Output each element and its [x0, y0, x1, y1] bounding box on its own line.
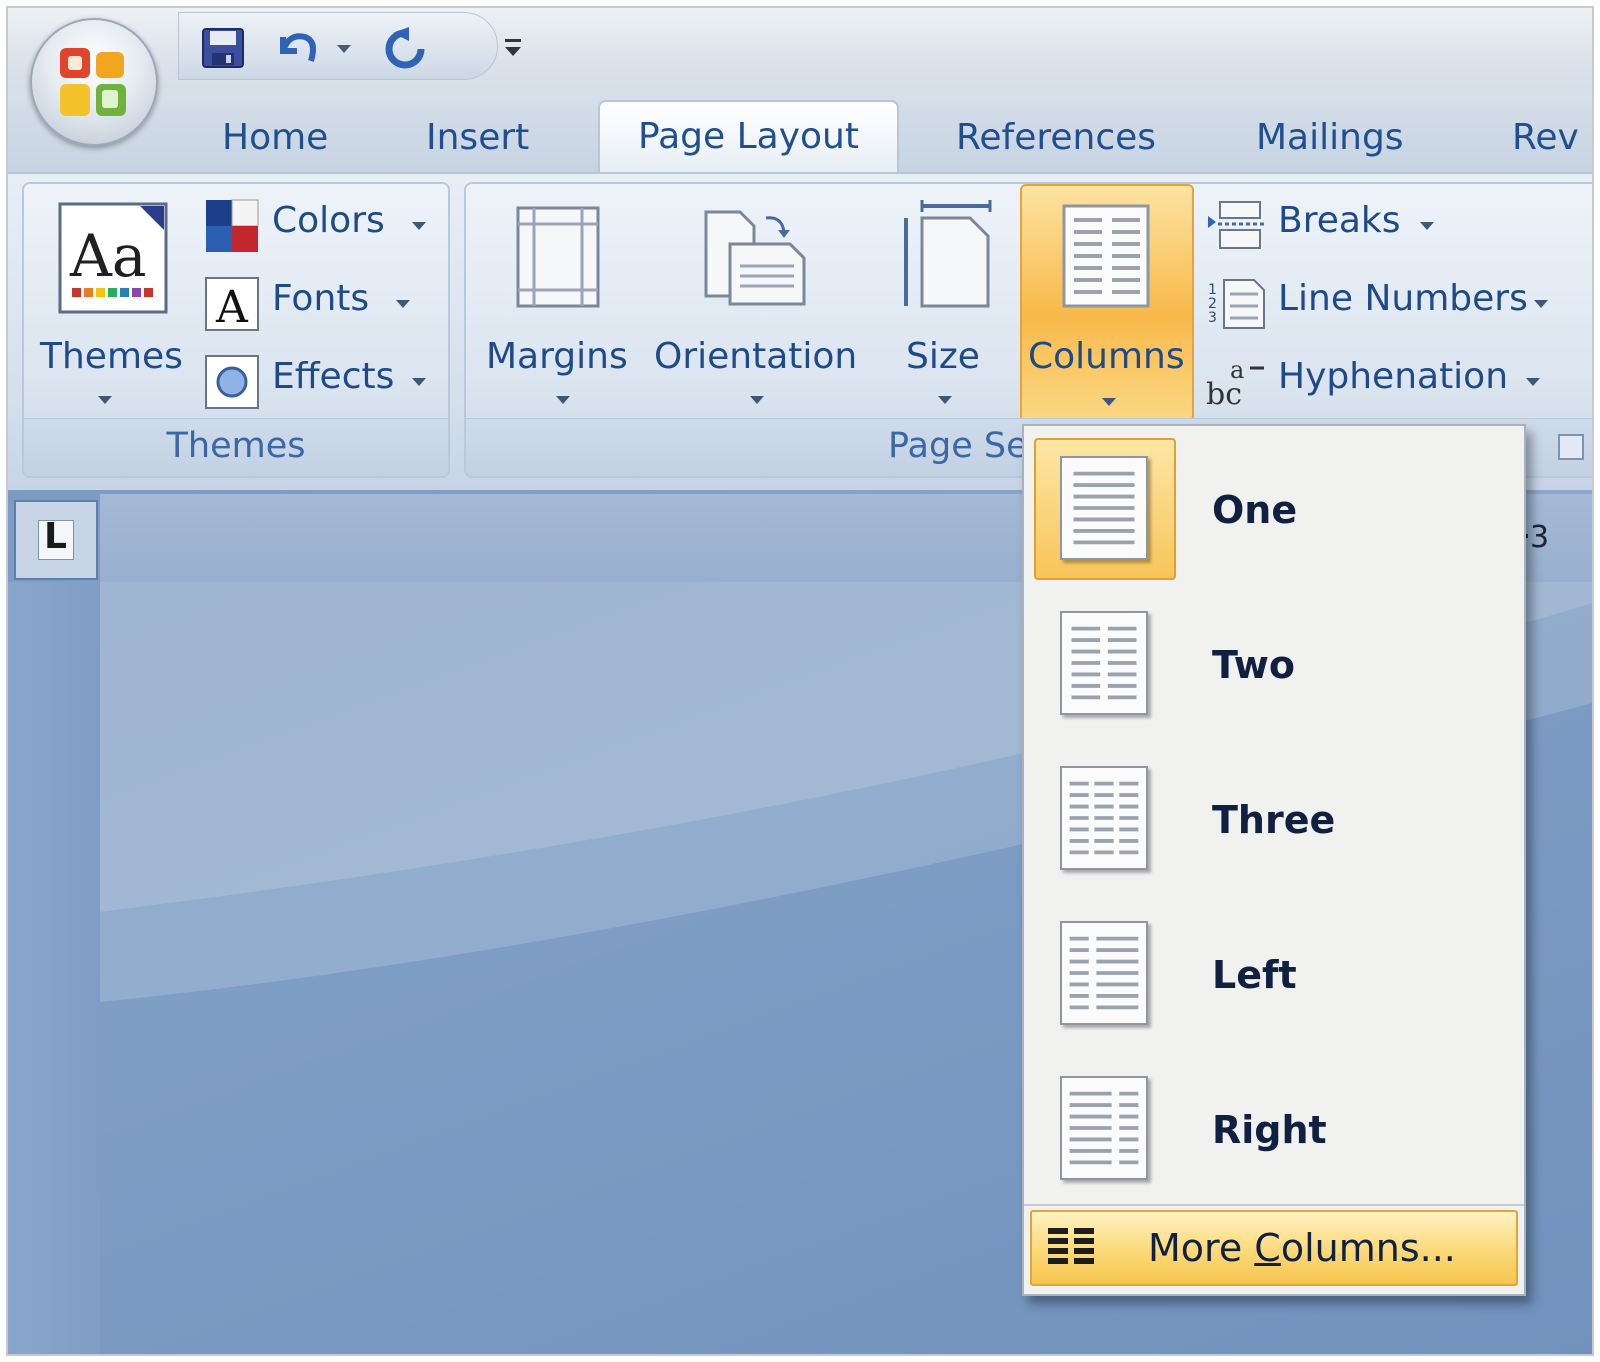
colors-icon	[206, 199, 259, 252]
themes-button-label: Themes	[40, 336, 183, 377]
columns-option-two[interactable]: Two	[1024, 585, 1524, 740]
columns-option-label: One	[1212, 488, 1298, 532]
hyphenation-icon: bc a	[1206, 356, 1264, 410]
fonts-dropdown-arrow-icon	[396, 300, 410, 308]
hyphenation-label: Hyphenation	[1278, 356, 1509, 397]
svg-text:Aa: Aa	[69, 222, 146, 290]
tab-review[interactable]: Rev	[1512, 110, 1579, 170]
hyphenation-dropdown-arrow-icon	[1526, 378, 1540, 386]
fonts-icon: A	[205, 277, 259, 332]
more-columns-button[interactable]: More Columns...	[1030, 1210, 1518, 1286]
themes-icon: Aa	[58, 202, 168, 314]
size-icon	[904, 200, 992, 308]
breaks-icon	[1208, 201, 1264, 249]
themes-dropdown-arrow-icon	[98, 396, 112, 404]
columns-option-label: Left	[1212, 953, 1297, 997]
ruler-number: 3	[1530, 520, 1550, 555]
quick-access-toolbar	[178, 12, 521, 80]
colors-button[interactable]: Colors	[200, 194, 440, 256]
one-column-icon	[1060, 456, 1148, 560]
columns-option-right[interactable]: Right	[1024, 1050, 1524, 1205]
three-columns-icon	[1060, 766, 1148, 870]
margins-dropdown-arrow-icon	[556, 396, 570, 404]
tab-references[interactable]: References	[956, 110, 1156, 170]
size-button[interactable]: Size	[886, 192, 1006, 422]
effects-dropdown-arrow-icon	[412, 378, 426, 386]
tab-insert[interactable]: Insert	[426, 110, 529, 170]
line-numbers-icon: 1 2 3	[1208, 279, 1265, 329]
colors-dropdown-arrow-icon	[412, 222, 426, 230]
more-columns-icon	[1048, 1228, 1094, 1264]
office-logo-icon	[60, 48, 126, 116]
effects-label: Effects	[272, 356, 395, 397]
line-numbers-label: Line Numbers	[1278, 278, 1528, 319]
redo-icon[interactable]	[379, 25, 431, 71]
themes-button[interactable]: Aa Themes	[34, 192, 186, 422]
columns-dropdown-arrow-icon	[1102, 398, 1116, 406]
columns-option-label: Two	[1212, 643, 1295, 687]
columns-button[interactable]: Columns	[1020, 184, 1194, 422]
themes-group: Aa Themes Colors A Fonts Effects Themes	[22, 182, 450, 478]
orientation-icon	[704, 210, 806, 306]
undo-dropdown-icon[interactable]	[331, 25, 359, 71]
ribbon-tab-row: Home Insert Page Layout References Maili…	[8, 88, 1592, 176]
orientation-label: Orientation	[654, 336, 858, 377]
columns-option-one[interactable]: One	[1024, 430, 1524, 585]
orientation-button[interactable]: Orientation	[646, 192, 872, 422]
more-columns-label: More Columns...	[1148, 1226, 1456, 1270]
title-bar	[8, 8, 1592, 88]
line-numbers-button[interactable]: 1 2 3 Line Numbers	[1206, 272, 1566, 334]
size-dropdown-arrow-icon	[938, 396, 952, 404]
undo-icon[interactable]	[271, 25, 323, 71]
breaks-label: Breaks	[1278, 200, 1401, 241]
columns-option-three[interactable]: Three	[1024, 740, 1524, 895]
menu-separator	[1024, 1204, 1524, 1206]
two-columns-icon	[1060, 611, 1148, 715]
margins-button[interactable]: Margins	[480, 192, 636, 422]
margins-icon	[516, 206, 600, 308]
svg-text:a: a	[1230, 356, 1244, 384]
page-setup-dialog-launcher-icon[interactable]	[1558, 434, 1584, 460]
breaks-dropdown-arrow-icon	[1420, 222, 1434, 230]
line-numbers-dropdown-arrow-icon	[1534, 300, 1548, 308]
columns-option-label: Three	[1212, 798, 1336, 842]
svg-text:3: 3	[1208, 310, 1217, 326]
right-column-icon	[1060, 1076, 1148, 1180]
columns-dropdown-menu: One Two Three Left Right More Columns...	[1022, 424, 1526, 1296]
save-icon[interactable]	[197, 25, 249, 71]
office-button[interactable]	[30, 18, 158, 146]
tab-home[interactable]: Home	[222, 110, 328, 170]
columns-option-label: Right	[1212, 1108, 1327, 1152]
vertical-ruler	[8, 582, 100, 1354]
themes-group-label: Themes	[24, 418, 448, 476]
hyphenation-button[interactable]: bc a Hyphenation	[1206, 350, 1566, 412]
size-label: Size	[906, 336, 980, 377]
word-window: Home Insert Page Layout References Maili…	[6, 6, 1594, 1356]
svg-text:A: A	[215, 282, 249, 332]
breaks-button[interactable]: Breaks	[1206, 194, 1546, 256]
customize-qat-icon[interactable]	[499, 25, 529, 71]
columns-option-left[interactable]: Left	[1024, 895, 1524, 1050]
tab-selector-glyph: L	[44, 516, 67, 557]
orientation-dropdown-arrow-icon	[750, 396, 764, 404]
tab-page-layout[interactable]: Page Layout	[598, 100, 899, 176]
tab-mailings[interactable]: Mailings	[1256, 110, 1404, 170]
tab-selector-button[interactable]: L	[14, 500, 98, 580]
effects-button[interactable]: Effects	[200, 350, 440, 412]
columns-icon	[1062, 204, 1150, 308]
columns-label: Columns	[1028, 336, 1185, 377]
left-column-icon	[1060, 921, 1148, 1025]
fonts-button[interactable]: A Fonts	[200, 272, 440, 334]
colors-label: Colors	[272, 200, 385, 241]
effects-icon	[205, 355, 259, 409]
margins-label: Margins	[486, 336, 628, 377]
fonts-label: Fonts	[272, 278, 370, 319]
